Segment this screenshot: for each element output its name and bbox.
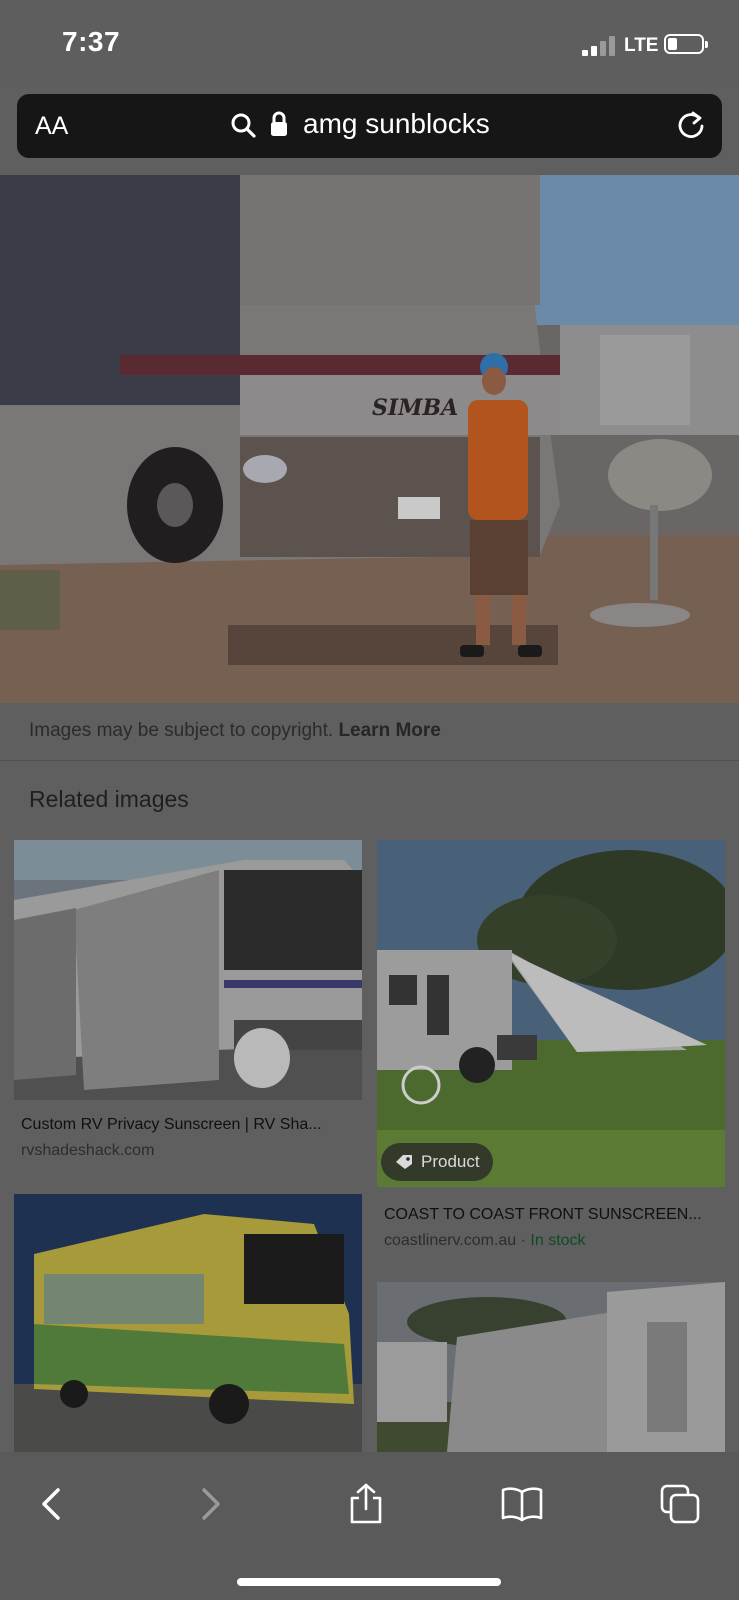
text-size-button[interactable]: AA <box>35 112 68 141</box>
share-icon[interactable] <box>344 1482 388 1526</box>
related-image-1[interactable] <box>14 840 362 1100</box>
clock: 7:37 <box>62 26 121 57</box>
battery-icon <box>664 34 708 54</box>
caravan-awning-photo <box>377 840 725 1187</box>
related-item-2-domain: coastlinerv.com.au <box>384 1232 517 1249</box>
meta-separator: · <box>516 1232 531 1249</box>
learn-more-link[interactable]: Learn More <box>338 720 440 741</box>
related-item-1-domain: rvshadeshack.com <box>21 1142 155 1159</box>
related-image-4[interactable] <box>377 1282 725 1452</box>
rv-brand-text: SIMBA <box>372 395 458 421</box>
product-badge: Product <box>381 1143 493 1181</box>
stock-status: In stock <box>530 1232 586 1249</box>
search-icon <box>231 113 256 138</box>
tabs-icon[interactable] <box>658 1482 702 1526</box>
rv-photo: SIMBA <box>0 175 739 703</box>
cellular-signal-icon <box>582 36 618 56</box>
rv-side-awning-photo <box>377 1282 725 1452</box>
rv-privacy-screen-photo <box>14 840 362 1100</box>
lock-icon <box>271 111 287 136</box>
main-image[interactable]: SIMBA <box>0 175 739 703</box>
network-type: LTE <box>624 35 659 56</box>
search-query[interactable]: amg sunblocks <box>303 108 490 140</box>
forward-icon[interactable] <box>188 1482 232 1526</box>
related-item-2-title[interactable]: COAST TO COAST FRONT SUNSCREEN... <box>384 1206 702 1224</box>
tag-icon <box>396 1155 412 1169</box>
related-images-heading: Related images <box>29 786 189 812</box>
related-image-2[interactable] <box>377 840 725 1187</box>
related-image-3[interactable] <box>14 1194 362 1452</box>
back-icon[interactable] <box>30 1482 74 1526</box>
copyright-text: Images may be subject to copyright. <box>29 720 334 741</box>
copyright-notice: Images may be subject to copyright. Lear… <box>29 720 441 742</box>
bookmarks-icon[interactable] <box>500 1482 544 1526</box>
reload-icon[interactable] <box>675 109 707 141</box>
status-bar: 7:37 LTE <box>0 0 739 88</box>
product-badge-label: Product <box>421 1152 480 1171</box>
divider <box>0 760 739 761</box>
related-item-2-meta: coastlinerv.com.au · In stock <box>384 1232 586 1250</box>
address-bar[interactable]: AA amg sunblocks <box>17 94 722 158</box>
decorated-bus-photo <box>14 1194 362 1452</box>
related-item-1-title[interactable]: Custom RV Privacy Sunscreen | RV Sha... <box>21 1116 322 1134</box>
home-indicator[interactable] <box>237 1578 501 1586</box>
